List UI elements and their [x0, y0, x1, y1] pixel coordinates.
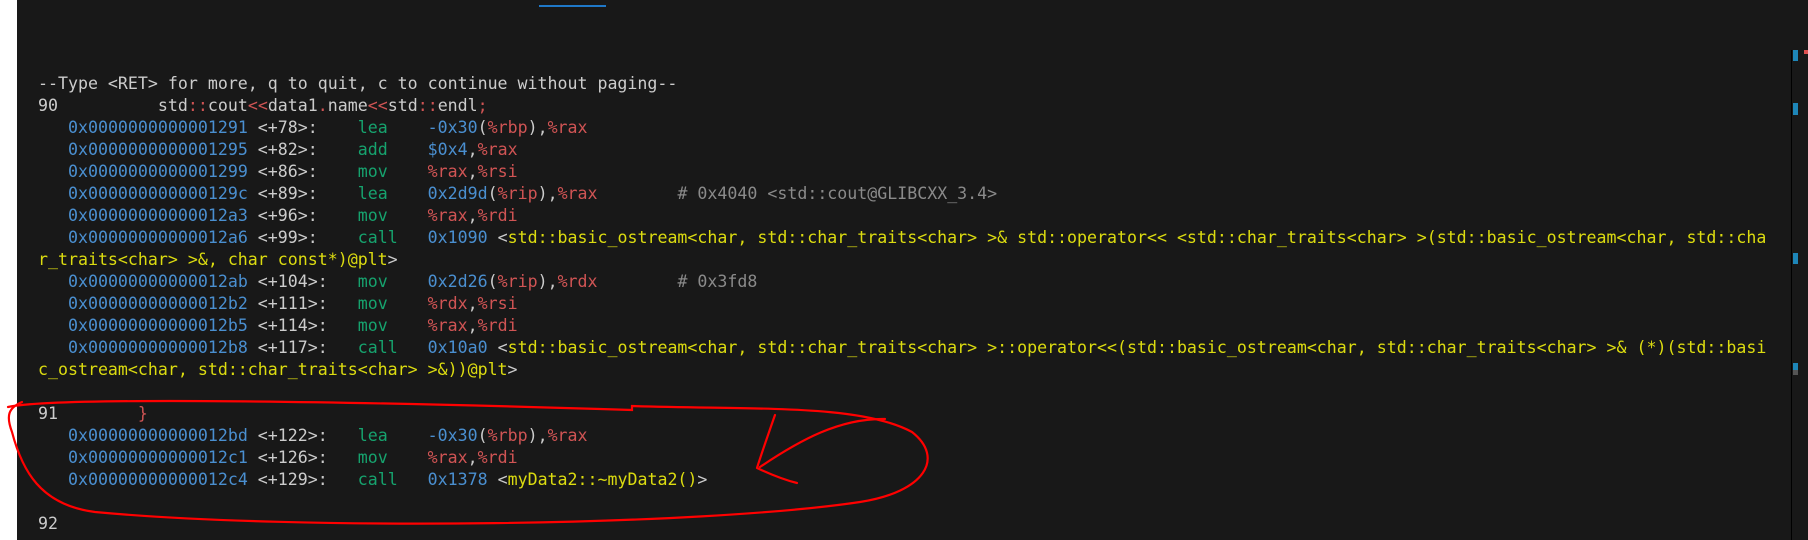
annotation-circle — [6, 399, 929, 525]
red-annotation-overlay — [6, 399, 929, 525]
annotation-arrow — [755, 413, 887, 485]
